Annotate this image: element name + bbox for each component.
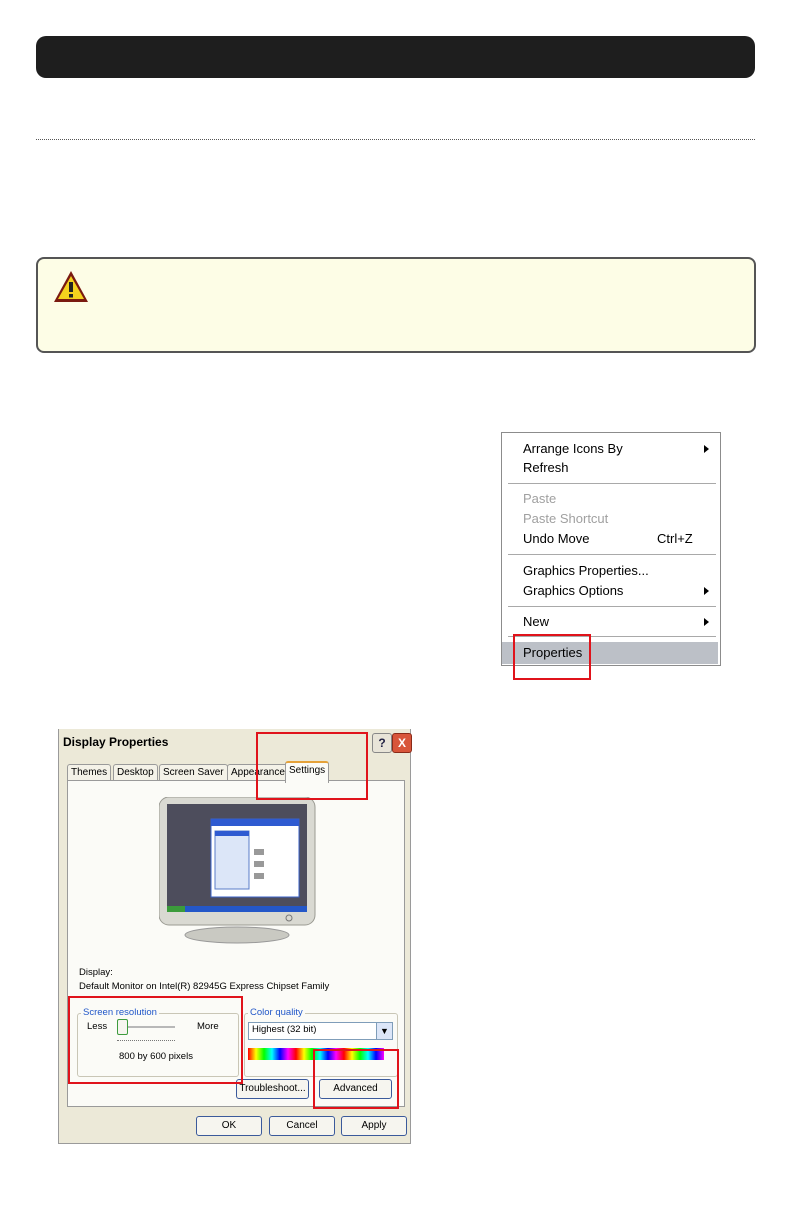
menu-separator xyxy=(508,606,716,607)
menu-item-arrange-icons-by[interactable]: Arrange Icons By xyxy=(523,440,623,458)
chevron-down-icon[interactable]: ▼ xyxy=(376,1023,392,1039)
menu-item-undo-shortcut: Ctrl+Z xyxy=(657,531,693,546)
menu-item-new[interactable]: New xyxy=(523,613,549,631)
callout-screen-resolution xyxy=(68,996,243,1084)
menu-item-paste: Paste xyxy=(523,491,557,506)
menu-item-paste-shortcut: Paste Shortcut xyxy=(523,511,609,526)
submenu-arrow-icon xyxy=(704,618,709,626)
tab-desktop[interactable]: Desktop xyxy=(113,764,158,781)
header-bar xyxy=(36,36,755,78)
cancel-button[interactable]: Cancel xyxy=(269,1116,335,1136)
monitor-preview-icon xyxy=(159,797,316,944)
menu-item-graphics-options[interactable]: Graphics Options xyxy=(523,582,623,600)
callout-properties xyxy=(513,634,591,680)
display-label: Display: xyxy=(79,967,113,978)
tab-screen-saver[interactable]: Screen Saver xyxy=(159,764,228,781)
menu-item-refresh[interactable]: Refresh xyxy=(523,459,569,477)
submenu-arrow-icon xyxy=(704,445,709,453)
color-quality-label: Color quality xyxy=(248,1007,305,1018)
tab-settings[interactable]: Settings xyxy=(285,761,330,783)
help-icon[interactable]: ? xyxy=(372,733,392,753)
ok-button[interactable]: OK xyxy=(196,1116,262,1136)
menu-item-graphics-properties[interactable]: Graphics Properties... xyxy=(523,562,649,580)
menu-separator xyxy=(508,554,716,555)
tab-themes[interactable]: Themes xyxy=(67,764,112,781)
menu-item-undo-move[interactable]: Undo Move xyxy=(523,530,589,548)
apply-button[interactable]: Apply xyxy=(341,1116,407,1136)
color-quality-value: Highest (32 bit) xyxy=(252,1024,317,1035)
close-icon[interactable]: X xyxy=(392,733,412,753)
color-quality-select[interactable]: Highest (32 bit) ▼ xyxy=(248,1022,393,1040)
warning-triangle-icon xyxy=(54,271,88,302)
troubleshoot-button[interactable]: Troubleshoot... xyxy=(236,1079,309,1099)
desktop-context-menu: Arrange Icons By Refresh Paste Paste Sho… xyxy=(501,432,721,666)
dotted-divider xyxy=(36,139,755,140)
warning-box xyxy=(36,257,756,353)
dialog-title: Display Properties xyxy=(63,735,169,749)
callout-advanced-button xyxy=(313,1049,399,1109)
menu-separator xyxy=(508,483,716,484)
submenu-arrow-icon xyxy=(704,587,709,595)
display-value: Default Monitor on Intel(R) 82945G Expre… xyxy=(79,981,330,992)
